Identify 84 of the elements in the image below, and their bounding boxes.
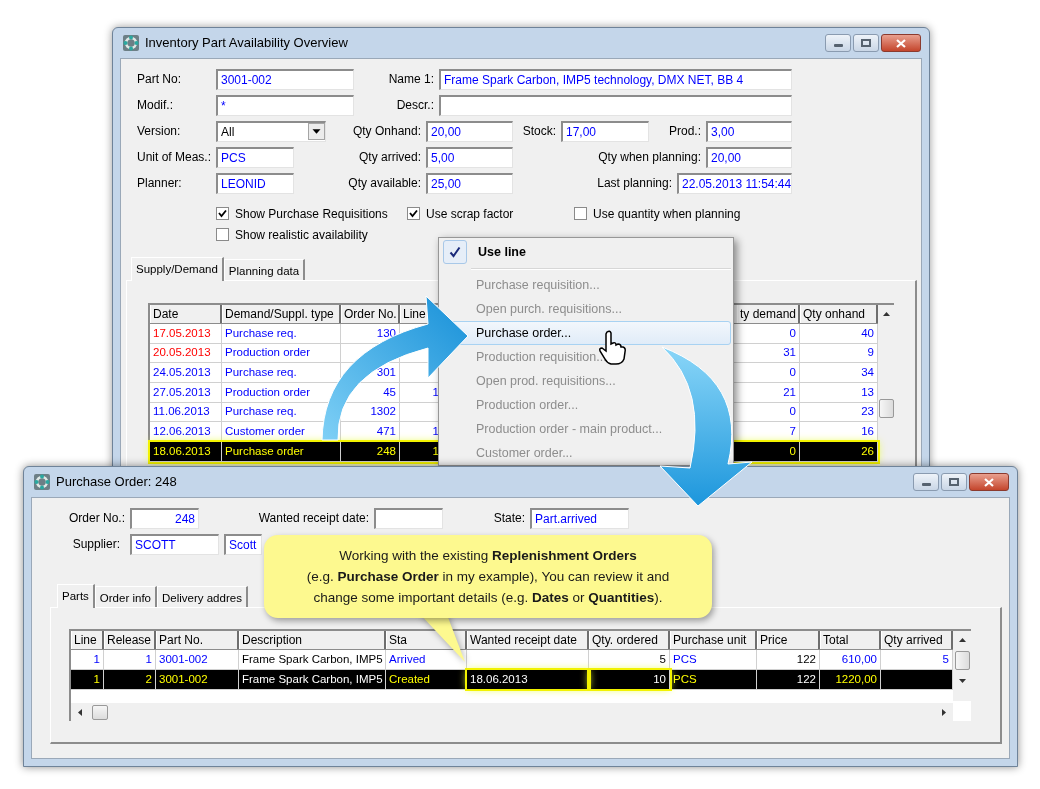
checkbox-label: Use quantity when planning [593, 205, 741, 223]
table-cell-text: Purchase req. [225, 404, 297, 420]
table-cell-text: Production order [225, 384, 311, 400]
table-cell-text: Customer order [225, 424, 305, 440]
field-label: Qty arrived: [359, 149, 421, 166]
table-cell-text: 0 [789, 325, 796, 341]
table-cell-text: 130 [376, 325, 396, 341]
table-cell-text: 7 [789, 424, 796, 440]
table-cell-text: 1 [432, 424, 439, 440]
callout-text: (e.g. Purchase Order in my example), You can review it and [306, 567, 670, 586]
table-cell-text: 12.06.2013 [153, 424, 211, 440]
table-cell-text: 1 [432, 443, 439, 459]
table-cell-text: 23 [861, 404, 874, 420]
table-cell-text: 11.06.2013 [153, 404, 210, 420]
field-label: Wanted receipt date: [258, 510, 369, 527]
window-title: Purchase Order: 248 [56, 473, 178, 492]
table-cell-text: 2 [145, 671, 152, 687]
table-cell-text: 40 [861, 325, 874, 341]
table-cell-text: Arrived [389, 651, 426, 667]
checkbox-label: Show realistic availability [235, 226, 368, 244]
field-label: State: [493, 510, 525, 527]
table-cell-text: 1 [145, 651, 152, 667]
table-cell-text: Purchase req. [225, 365, 297, 381]
table-cell-text: 26 [861, 443, 874, 459]
table-cell-text: 610,00 [841, 651, 877, 667]
field-label: Last planning: [597, 175, 672, 192]
table-cell-text: 18.06.2013 [153, 443, 211, 459]
table-cell-text: Production order [225, 345, 311, 361]
callout-text: change some important details (e.g. Dates or Quantities). [313, 588, 663, 607]
table-cell-text: 5 [659, 651, 666, 667]
table-cell-text: 1 [93, 651, 100, 667]
table-cell-text: 0 [789, 443, 796, 459]
table-cell-text: Frame Spark Carbon, IMP5 [242, 651, 383, 667]
field-label: Descr.: [396, 97, 434, 114]
table-cell-text: 301 [376, 365, 396, 381]
table-cell-text: Purchase order [225, 443, 304, 459]
table-cell-text: Purchase req. [225, 325, 297, 341]
table-cell-text: 34 [861, 365, 874, 381]
checkbox-label: Show Purchase Requisitions [235, 205, 388, 223]
table-cell-text: 3001-002 [159, 651, 208, 667]
table-cell-text: 1220,00 [835, 671, 877, 687]
table-cell-text: 1 [93, 671, 100, 687]
table-cell-text: 9 [867, 345, 874, 361]
table-cell-text: 5 [942, 651, 949, 667]
checkbox-label: Use scrap factor [426, 205, 514, 223]
table-cell-text: 17.05.2013 [153, 325, 211, 341]
field-label: Qty available: [348, 175, 421, 192]
table-cell-text: Created [389, 671, 430, 687]
table-cell-text: 21 [783, 384, 796, 400]
field-label: Unit of Meas.: [137, 149, 212, 166]
table-cell-text: 3001-002 [159, 671, 208, 687]
field-label: Modif.: [137, 97, 173, 114]
field-label: Planner: [137, 175, 182, 192]
table-cell-text: PCS [673, 651, 697, 667]
table-cell-text: 248 [376, 443, 396, 459]
callout-text: Working with the existing Replenishment Orders [339, 546, 637, 565]
table-cell-text: 122 [796, 671, 816, 687]
table-cell-text: 1 [432, 384, 439, 400]
field-label: Prod.: [669, 123, 701, 140]
field-label: Stock: [522, 123, 556, 140]
field-label: Qty when planning: [598, 149, 701, 166]
table-cell-text: 24.05.2013 [153, 365, 211, 381]
table-cell-text: 31 [783, 345, 796, 361]
field-label: Supplier: [72, 536, 120, 553]
table-cell-text: 20.05.2013 [153, 345, 211, 361]
field-label: Order No.: [69, 510, 125, 527]
table-cell-text: 0 [789, 365, 796, 381]
table-cell-text: Frame Spark Carbon, IMP5 [242, 671, 383, 687]
table-cell-text: 13 [861, 384, 874, 400]
field-label: Name 1: [388, 71, 434, 88]
table-cell-text: 18.06.2013 [470, 671, 528, 687]
table-cell-text: 27.05.2013 [153, 384, 211, 400]
table-cell-text: 1302 [370, 404, 396, 420]
table-cell-text: PCS [673, 671, 697, 687]
window-title: Inventory Part Availability Overview [145, 34, 349, 53]
table-cell-text: 10 [653, 671, 666, 687]
table-cell-text: 45 [383, 384, 396, 400]
table-cell-text: 471 [376, 424, 396, 440]
field-label: Part No: [137, 71, 181, 88]
table-cell-text: 16 [861, 424, 874, 440]
field-label: Qty Onhand: [352, 123, 421, 140]
table-cell-text: 122 [796, 651, 816, 667]
table-cell-text: 0 [789, 404, 796, 420]
field-label: Version: [137, 123, 181, 140]
